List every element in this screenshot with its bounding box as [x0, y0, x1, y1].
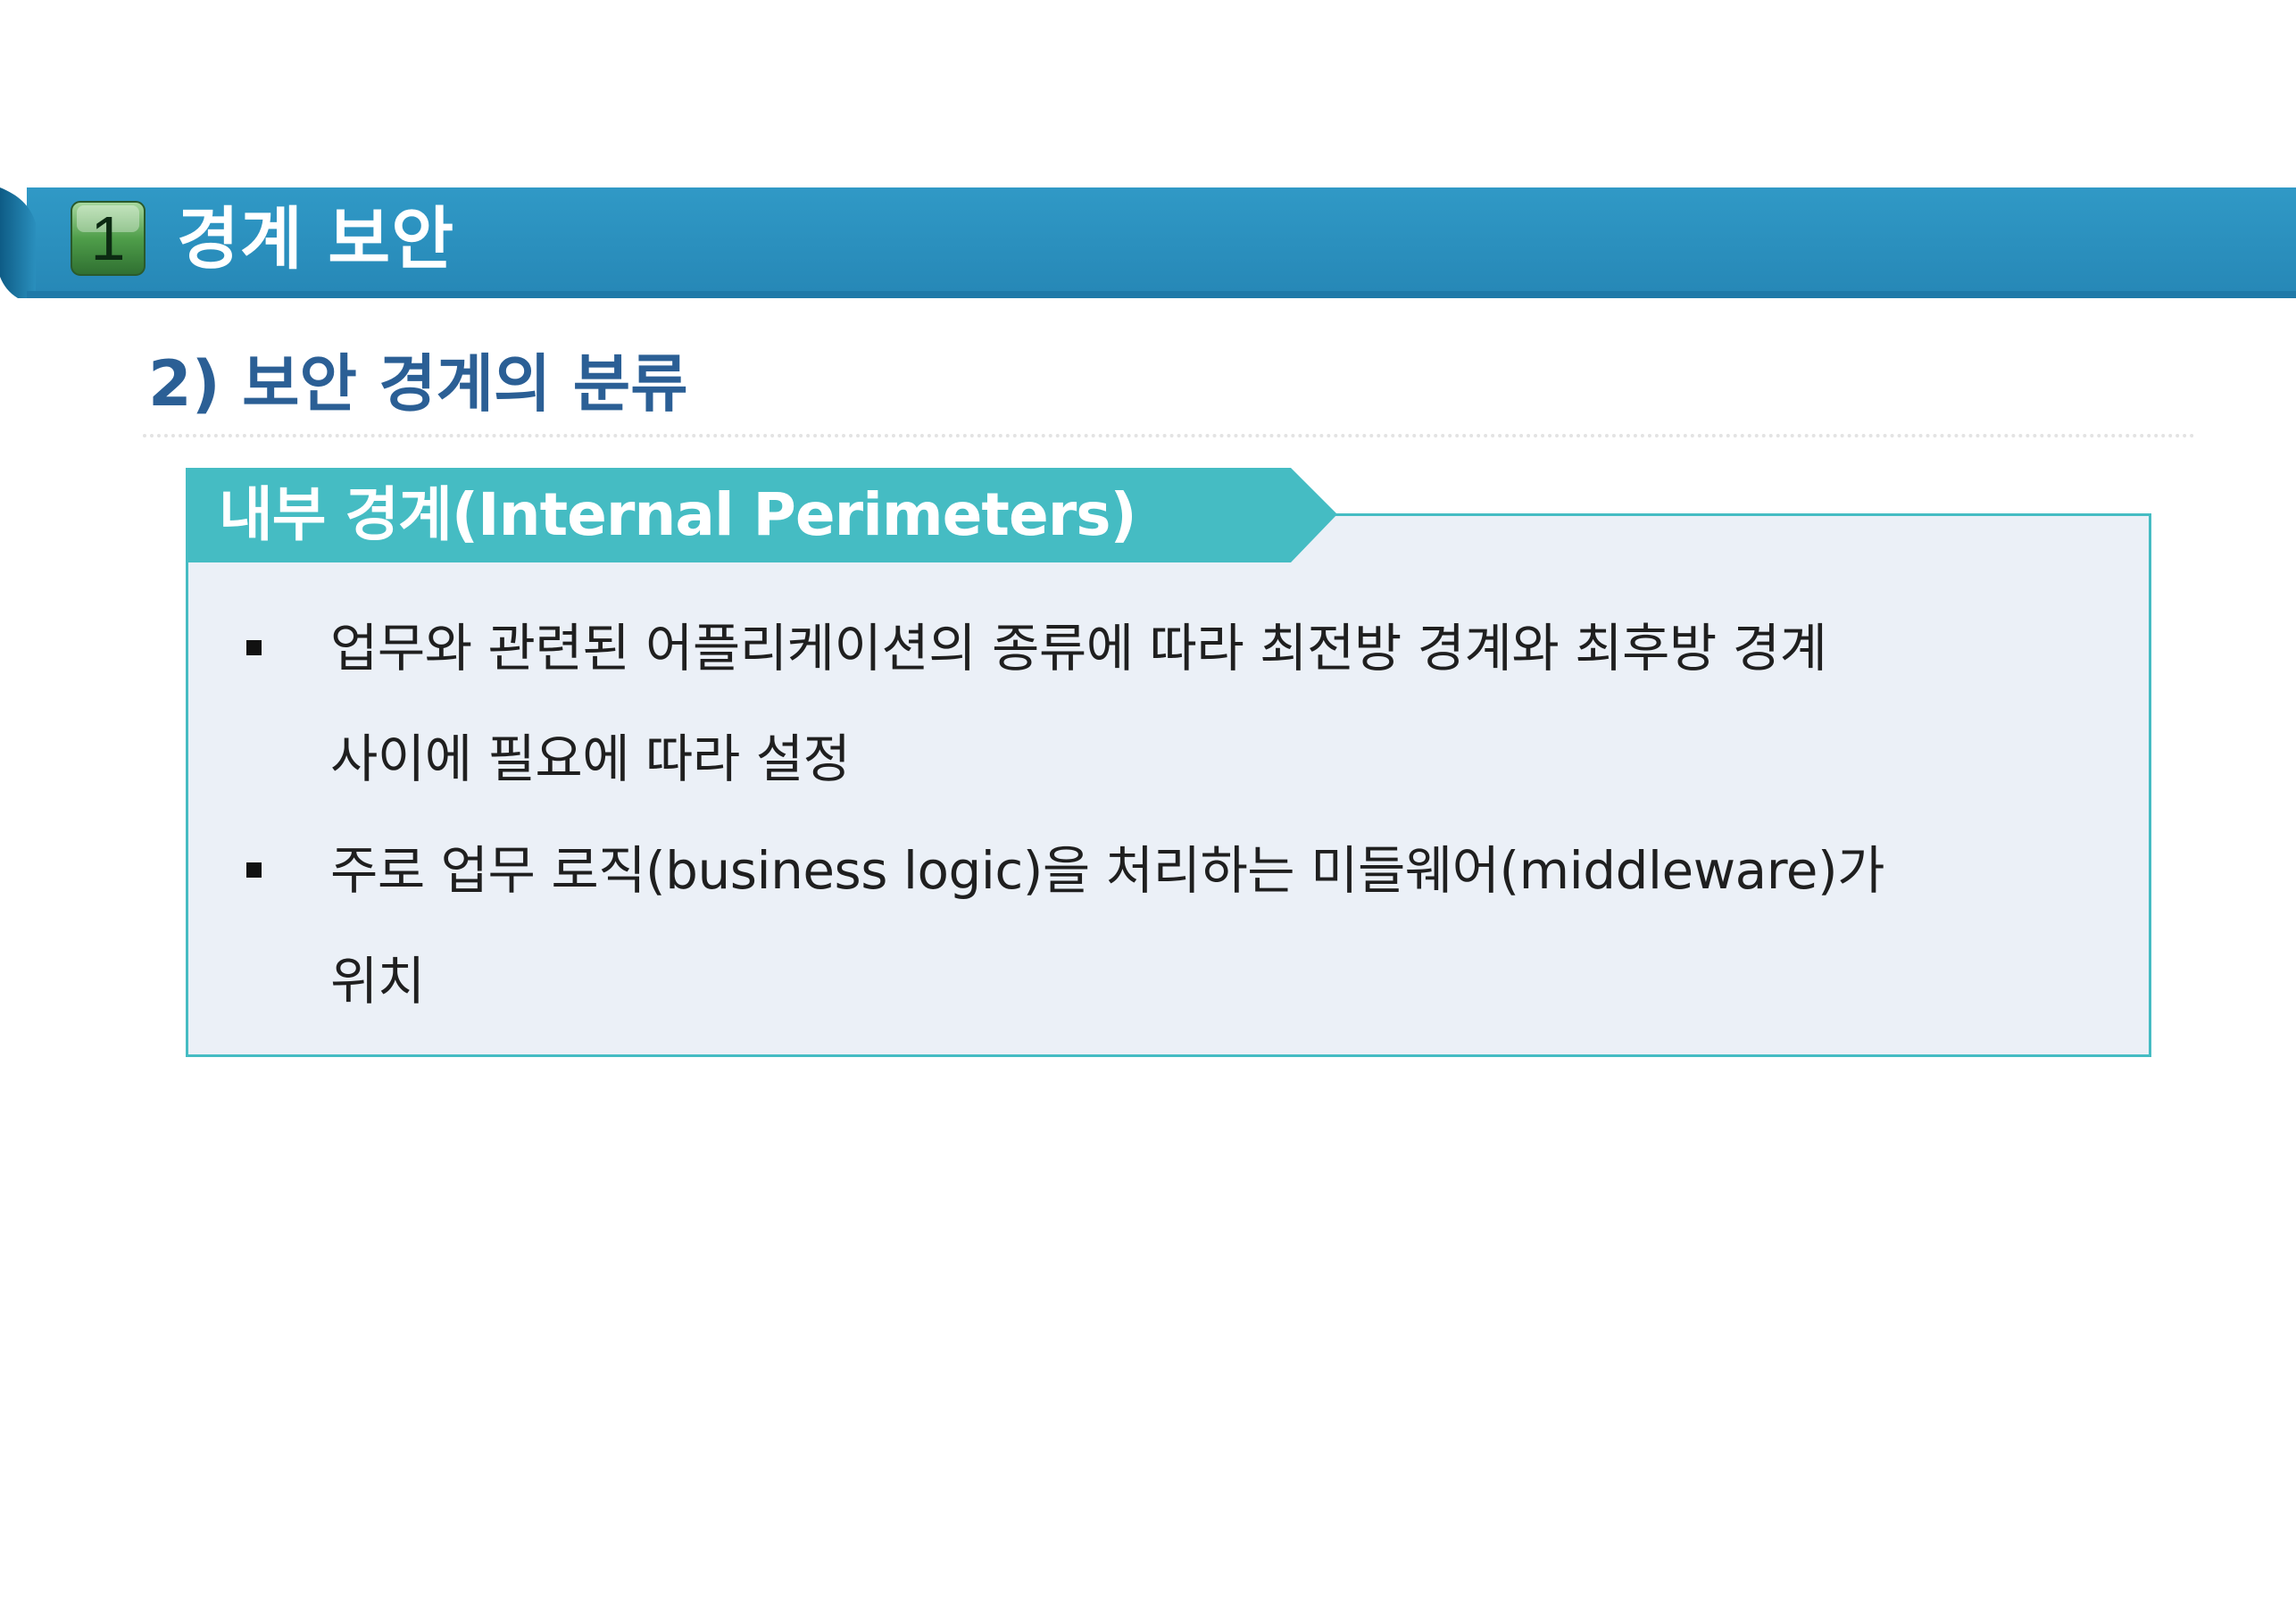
bullet-1-line-2: 사이에 필요에 따라 설정 [330, 729, 851, 789]
bullet-2-line-1: 주로 업무 로직(business logic)을 처리하는 미들웨어(midd… [330, 840, 1884, 901]
bullet-marker [246, 862, 262, 878]
section-number: 1 [90, 204, 126, 273]
bullet-1-line-1: 업무와 관련된 어플리케이션의 종류에 따라 최전방 경계와 최후방 경계 [330, 618, 1827, 679]
box-heading: 내부 경계(Internal Perimeters) [219, 480, 1137, 549]
page-subtitle: 2) 보안 경계의 분류 [148, 347, 688, 421]
bullet-marker [246, 640, 262, 655]
bullet-2-line-2: 위치 [330, 951, 425, 1012]
section-title: 경계 보안 [177, 199, 455, 279]
dotted-divider [143, 434, 2196, 437]
